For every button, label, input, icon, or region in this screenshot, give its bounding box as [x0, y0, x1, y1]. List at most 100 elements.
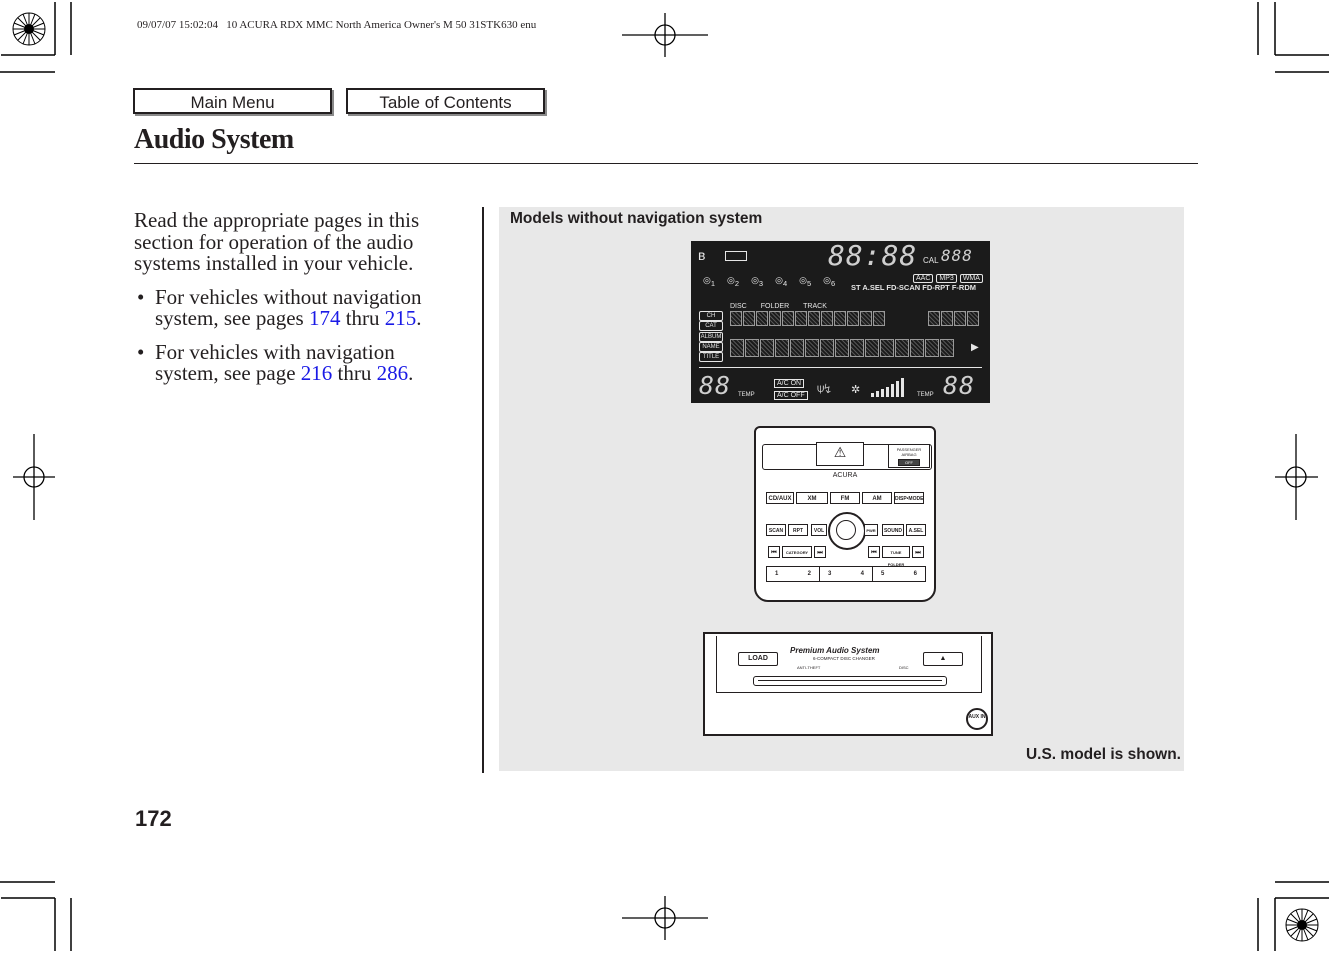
page-link-174[interactable]: 174 [309, 306, 341, 330]
passenger-airbag-indicator: PASSENGER AIRBAG OFF [888, 444, 930, 468]
segment-row-top [730, 311, 885, 326]
aux-in-jack[interactable]: AUX IN [966, 708, 988, 730]
usb-icon [725, 251, 747, 261]
page-link-216[interactable]: 216 [301, 361, 333, 385]
cal-label: CAL [923, 256, 939, 265]
page-link-286[interactable]: 286 [377, 361, 409, 385]
crosshair-icon [622, 896, 708, 940]
print-slug-line: 09/07/07 15:02:04 10 ACURA RDX MMC North… [137, 19, 537, 31]
anti-theft-label: ANTI-THEFT [797, 665, 821, 670]
list-item-text: . [416, 306, 422, 330]
page-number: 172 [135, 806, 172, 831]
title-divider [134, 163, 1198, 164]
temp-label-right: TEMP [917, 392, 934, 398]
volume-knob[interactable] [828, 512, 866, 550]
title-label: TITLE [699, 352, 723, 362]
bluetooth-icon: ʙ [698, 247, 706, 263]
fan-icon: ✲ [851, 384, 861, 396]
cal-digits: 888 [941, 246, 973, 265]
preset-1-button[interactable]: 1 [775, 567, 778, 581]
folder-label: FOLDER [760, 303, 790, 310]
am-button[interactable]: AM [862, 492, 892, 504]
temp-right-readout: 88 [943, 371, 976, 400]
mode-indicators: ST A.SEL FD-SCAN FD-RPT F-RDM [851, 283, 976, 292]
list-item-text: . [408, 361, 414, 385]
main-menu-button[interactable]: Main Menu [133, 88, 332, 114]
format-badges: AAC MP3 WMA [913, 274, 983, 283]
column-labels: DISC FOLDER TRACK [730, 303, 827, 310]
intro-paragraph: Read the appropriate pages in this secti… [134, 208, 420, 275]
format-badge: AAC [913, 274, 934, 283]
audio-display-illustration: ʙ 88:88 CAL 888 ◎1 ◎2 ◎3 ◎4 ◎5 ◎6 AAC MP… [691, 241, 990, 403]
crosshair-icon [13, 434, 55, 520]
airbag-state: OFF [898, 459, 920, 466]
load-button[interactable]: LOAD [738, 652, 778, 666]
reference-list: • For vehicles without navigation system,… [134, 284, 454, 385]
airbag-label: PASSENGER AIRBAG [896, 447, 922, 457]
clock-readout: 88:88 [828, 241, 918, 272]
hazard-button[interactable]: ⚠ [816, 442, 864, 466]
seek-back-button[interactable]: ⏮ [768, 546, 780, 558]
cd-aux-button[interactable]: CD/AUX [766, 492, 794, 504]
changer-title: Premium Audio System [790, 646, 880, 655]
album-label: ALBUM [699, 332, 723, 342]
temp-label-left: TEMP [738, 392, 755, 398]
rpt-button[interactable]: RPT [788, 524, 808, 536]
disc-icon: ◎4 [775, 275, 788, 288]
list-item-text: thru [340, 306, 385, 330]
ac-on-label: A/C ON [774, 379, 805, 388]
seek-forward-button[interactable]: ⏭ [814, 546, 826, 558]
category-label: CATEGORY [782, 546, 812, 558]
format-badge: WMA [959, 274, 983, 283]
disp-mode-button[interactable]: DISP•MODE [894, 492, 924, 504]
registration-target-icon [1285, 908, 1319, 942]
figure-note: U.S. model is shown. [1025, 746, 1181, 763]
disc-icon: ◎1 [703, 275, 716, 288]
disc-icon: ◎5 [799, 275, 812, 288]
tune-back-button[interactable]: ⏮ [868, 546, 880, 558]
list-item-without-navigation: • For vehicles without navigation system,… [134, 284, 454, 330]
segment-row-counter [928, 311, 979, 326]
list-item-with-navigation: • For vehicles with navigation system, se… [134, 341, 454, 385]
sound-button[interactable]: SOUND [882, 524, 904, 536]
changer-subtitle: 6-COMPACT DISC CHANGER [813, 656, 875, 661]
preset-2-button[interactable]: 2 [808, 567, 811, 581]
list-item-text: thru [332, 361, 377, 385]
disc-slot [753, 676, 947, 686]
ch-label: CH [699, 311, 723, 321]
head-unit-illustration: ⚠ PASSENGER AIRBAG OFF ACURA CD/AUX XM F… [754, 426, 936, 602]
page-title: Audio System [134, 124, 294, 155]
scan-button[interactable]: SCAN [766, 524, 786, 536]
format-badge: MP3 [936, 274, 957, 283]
fm-button[interactable]: FM [830, 492, 860, 504]
tune-folder-label: TUNE FOLDER [882, 546, 910, 567]
preset-4-button[interactable]: 4 [861, 567, 864, 581]
preset-3-button[interactable]: 3 [828, 567, 831, 581]
a-sel-button[interactable]: A.SEL [906, 524, 926, 536]
preset-5-button[interactable]: 5 [881, 567, 884, 581]
ac-off-label: A/C OFF [774, 391, 808, 400]
disc-icon: ◎2 [727, 275, 740, 288]
xm-button[interactable]: XM [796, 492, 828, 504]
page-link-215[interactable]: 215 [385, 306, 417, 330]
eject-button[interactable]: ▲ [923, 652, 963, 666]
tune-forward-button[interactable]: ⏭ [912, 546, 924, 558]
fan-speed-bars [871, 378, 904, 397]
disc-label: DISC [730, 303, 747, 310]
disc-indicator-label: DISC [899, 665, 909, 670]
table-of-contents-button[interactable]: Table of Contents [346, 88, 545, 114]
column-divider [482, 207, 484, 773]
intro-section: Read the appropriate pages in this secti… [134, 208, 454, 397]
bullet-icon: • [137, 284, 145, 309]
disc-indicators: ◎1 ◎2 ◎3 ◎4 ◎5 ◎6 [703, 275, 835, 288]
pwr-button[interactable]: PWR [864, 524, 878, 536]
disc-changer-illustration: LOAD Premium Audio System 6-COMPACT DISC… [703, 632, 993, 736]
crosshair-icon [622, 13, 708, 57]
registration-target-icon [12, 12, 46, 46]
crosshair-icon [1275, 434, 1318, 520]
brand-label: ACURA [832, 472, 858, 479]
segment-row-bottom [730, 339, 954, 357]
preset-6-button[interactable]: 6 [914, 567, 917, 581]
cat-label: CAT [699, 321, 723, 331]
display-divider [699, 367, 982, 368]
